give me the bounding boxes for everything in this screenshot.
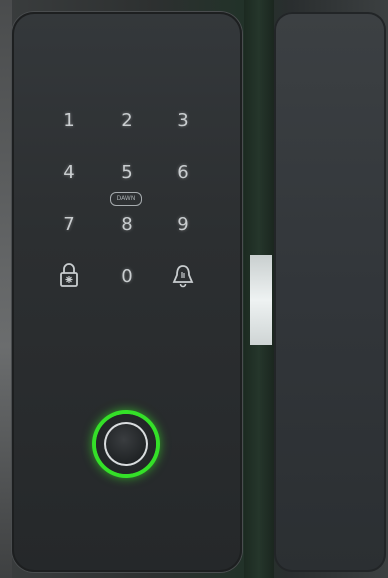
key-1[interactable]: 1 — [54, 108, 84, 134]
brand-badge: DAWN — [110, 192, 142, 206]
key-6[interactable]: 6 — [168, 160, 198, 186]
key-0[interactable]: 0 — [112, 264, 142, 290]
lock-icon[interactable] — [54, 260, 84, 290]
key-4[interactable]: 4 — [54, 160, 84, 186]
glass-reflection — [250, 255, 272, 345]
key-8[interactable]: 8 — [112, 212, 142, 238]
key-5[interactable]: 5 — [112, 160, 142, 186]
key-7[interactable]: 7 — [54, 212, 84, 238]
fingerprint-sensor[interactable] — [96, 414, 156, 474]
strike-plate — [274, 12, 386, 572]
background-wall — [0, 0, 12, 578]
key-2[interactable]: 2 — [112, 108, 142, 134]
bell-icon[interactable] — [168, 260, 198, 290]
fingerprint-pad — [104, 422, 148, 466]
key-9[interactable]: 9 — [168, 212, 198, 238]
key-3[interactable]: 3 — [168, 108, 198, 134]
smart-lock-body: 1 2 3 4 5 6 DAWN 7 8 9 0 — [12, 12, 242, 572]
